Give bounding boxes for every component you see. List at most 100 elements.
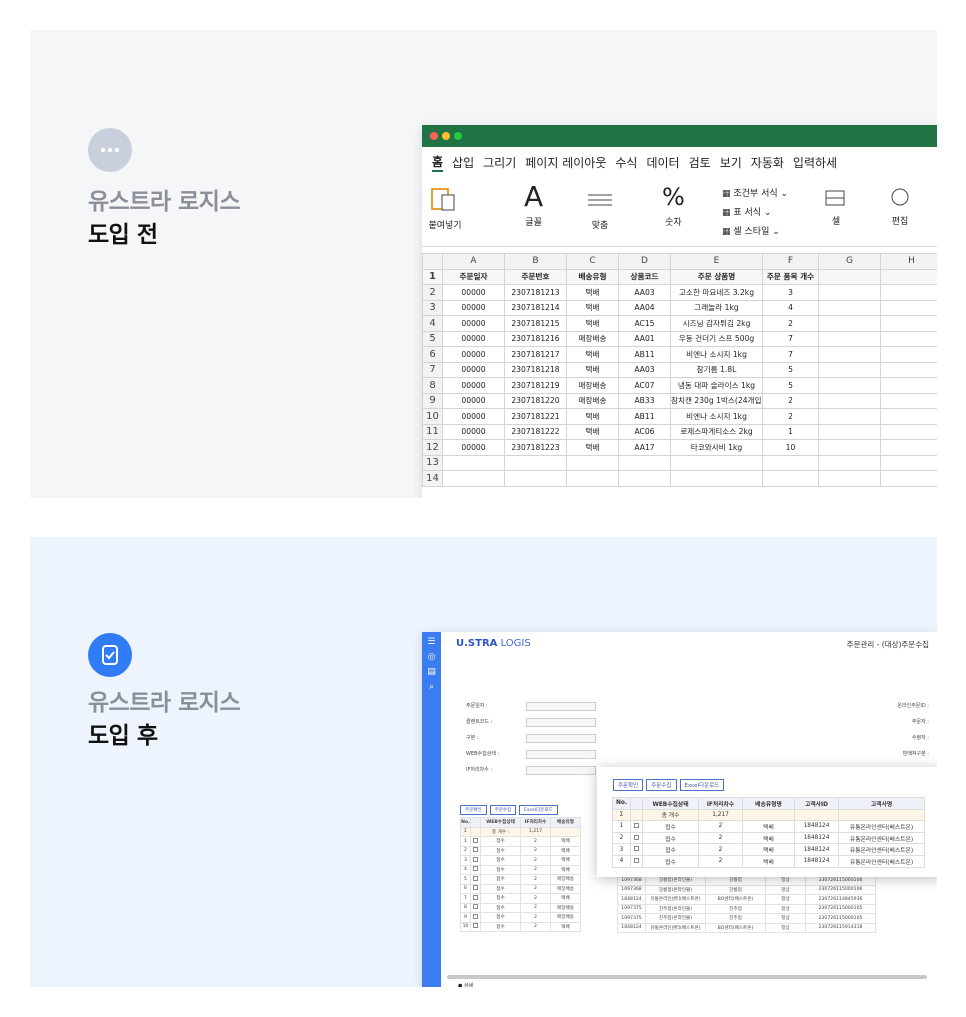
empty-cell (566, 454, 619, 471)
font-button[interactable]: A 글꼴 (524, 179, 543, 228)
ribbon-tab[interactable]: 삽입 (452, 154, 474, 171)
checkbox[interactable] (473, 913, 478, 919)
ribbon-tab[interactable]: 보기 (720, 154, 742, 171)
table-row[interactable]: 7 접수 2 택배 (460, 893, 581, 904)
logo-text: U.STRA (456, 638, 498, 649)
cell-button[interactable]: 셀 (822, 185, 850, 227)
table-row[interactable]: 12 00000 2307181223 택배 AA17 타코와사비 1kg 10 (422, 439, 937, 456)
ribbon-tab[interactable]: 입력하세 (793, 154, 837, 171)
table-row[interactable]: 2 00000 2307181213 택배 AA03 고소한 마요네즈 3.2kg 3 (422, 284, 937, 301)
form-input[interactable] (526, 702, 596, 711)
popup-grid[interactable]: No. WEB수집상태 IF처리차수 배송유형명 고객사ID 고객사명 Σ 총 개수 1,217… (612, 797, 925, 868)
cell: 2307181218 (504, 361, 567, 378)
table-row[interactable]: 3 00000 2307181214 택배 AA04 그래놀라 1kg 4 (422, 299, 937, 316)
table-row[interactable]: 2 접수 2 택배 1848124 유통온라인센터(베스트온) (612, 831, 925, 845)
checkbox[interactable] (473, 875, 478, 881)
cell-style-button[interactable]: ▦ 셀 스타일 ⌄ (722, 223, 788, 242)
table-row[interactable]: 1848124 유통온라인센터(베스트온) BO센터(베스트온) 정상 23072611… (617, 894, 876, 905)
table-row[interactable]: 4 접수 2 택배 (460, 864, 581, 875)
checkbox[interactable] (473, 894, 478, 900)
align-button[interactable]: 맞춤 (586, 183, 614, 231)
action-button[interactable]: Excel다운로드 (519, 805, 558, 815)
checkbox[interactable] (634, 834, 639, 840)
table-row[interactable]: 5 00000 2307181216 매장배송 AA01 우동 건더기 스프 500g 7 (422, 330, 937, 347)
order-grid-extra[interactable]: 1097368 강릉점(온라인몰) 강릉점 정상 230726115000106 1097… (617, 875, 876, 933)
cell: 1848124 (617, 922, 646, 933)
ribbon-tab[interactable]: 홈 (432, 153, 444, 172)
table-row[interactable]: 7 00000 2307181218 택배 AA03 참기름 1.8L 5 (422, 361, 937, 378)
number-button[interactable]: % 숫자 (662, 179, 685, 228)
spreadsheet-grid[interactable]: A B C D E F G H 1 주문일자 주문번호 배송유형 상품코드 주문 상품명 주문 품목 개수 2… (422, 253, 937, 487)
table-row[interactable]: 8 00000 2307181219 매장배송 AC07 냉동 대파 슬라이스 1kg 5 (422, 377, 937, 394)
order-grid[interactable]: No. WEB수집상태 IF처리차수 배송유형 Σ 총 개수 :1,217 1 접수 2 택배 2 접… (460, 817, 581, 932)
paste-button[interactable]: 붙여넣기 (428, 183, 462, 231)
table-row[interactable]: 2 접수 2 택배 (460, 845, 581, 856)
action-button[interactable]: 주문수집 (489, 805, 517, 815)
minimize-window-button[interactable] (442, 132, 450, 140)
table-row[interactable]: 8 접수 2 매장배송 (460, 902, 581, 913)
ribbon-tab[interactable]: 검토 (689, 154, 711, 171)
search-icon[interactable]: ⌕ (422, 682, 441, 692)
header-row: 1 주문일자 주문번호 배송유형 상품코드 주문 상품명 주문 품목 개수 (422, 268, 937, 285)
ribbon-tab[interactable]: 페이지 레이아웃 (525, 154, 606, 171)
ribbon-tab[interactable]: 그리기 (483, 154, 516, 171)
database-icon[interactable]: ◎ (422, 652, 441, 662)
table-row[interactable]: 1 접수 2 택배 (460, 836, 581, 847)
table-row[interactable]: 6 접수 2 매장배송 (460, 883, 581, 894)
ribbon-tab[interactable]: 데이터 (646, 154, 679, 171)
title-line-1: 유스트라 로지스 (88, 189, 241, 215)
table-row[interactable]: 5 접수 2 매장배송 (460, 874, 581, 885)
checkbox[interactable] (473, 904, 478, 910)
ribbon-tab[interactable]: 수식 (615, 154, 637, 171)
table-row[interactable]: 4 00000 2307181215 택배 AC15 시즈닝 감자튀김 2kg 2 (422, 315, 937, 332)
form-input[interactable] (526, 766, 596, 775)
cell: 택배 (742, 820, 795, 833)
table-row[interactable]: 1097368 강릉점(온라인몰) 강릉점 정상 230726115000106 (617, 884, 876, 895)
format-table-button[interactable]: ▦ 표 서식 ⌄ (722, 204, 788, 223)
table-row[interactable]: 4 접수 2 택배 1848124 유통온라인센터(베스트온) (612, 854, 925, 868)
checkbox[interactable] (473, 923, 478, 929)
form-input[interactable] (526, 718, 596, 727)
table-row[interactable]: 10 00000 2307181221 택배 AB11 비엔나 소시지 1kg 2 (422, 408, 937, 425)
action-button[interactable]: 주문확인 (613, 779, 644, 791)
action-button[interactable]: Excel다운로드 (679, 779, 725, 791)
cell: 유통온라인센터(베스트온) (838, 843, 925, 856)
table-row[interactable]: 1848124 유통온라인센터(베스트온) BO센터(베스트온) 정상 23072611… (617, 922, 876, 933)
cell: 2307181220 (504, 392, 567, 409)
checkbox[interactable] (473, 837, 478, 843)
form-input[interactable] (526, 734, 596, 743)
report-icon[interactable]: ▤ (422, 667, 441, 677)
action-button[interactable]: 주문수집 (646, 779, 677, 791)
table-row[interactable]: 3 접수 2 택배 (460, 855, 581, 866)
edit-button[interactable]: 편집 (886, 185, 914, 227)
row-no: 1 (612, 820, 631, 833)
menu-icon[interactable]: ☰ (422, 637, 441, 647)
table-row[interactable]: 11 00000 2307181222 택배 AC06 로제스파게티소스 2kg 1 (422, 423, 937, 440)
conditional-format-button[interactable]: ▦ 조건부 서식 ⌄ (722, 185, 788, 204)
table-row[interactable]: 9 접수 2 매장배송 (460, 912, 581, 923)
action-button[interactable]: 주문확인 (460, 805, 487, 815)
zoom-window-button[interactable] (454, 132, 462, 140)
ribbon-tab[interactable]: 자동화 (751, 154, 784, 171)
checkbox[interactable] (634, 846, 639, 852)
cell: 00000 (442, 299, 505, 316)
form-input[interactable] (526, 750, 596, 759)
checkbox[interactable] (473, 885, 478, 891)
horizontal-scrollbar[interactable] (447, 975, 927, 979)
table-row[interactable]: 1 접수 2 택배 1848124 유통온라인센터(베스트온) (612, 820, 925, 833)
table-row[interactable]: 13 (422, 454, 937, 471)
table-row[interactable]: 6 00000 2307181217 택배 AB11 비엔나 소시지 1kg 7 (422, 346, 937, 363)
checkbox[interactable] (473, 866, 478, 872)
checkbox[interactable] (473, 856, 478, 862)
checkbox[interactable] (634, 822, 639, 828)
table-row[interactable]: 9 00000 2307181220 매장배송 AB33 참치캔 230g 1박스(24개… (422, 392, 937, 409)
table-row[interactable]: 14 (422, 470, 937, 487)
checkbox[interactable] (473, 847, 478, 853)
checkbox[interactable] (634, 857, 639, 863)
close-window-button[interactable] (430, 132, 438, 140)
table-row[interactable]: 10 접수 2 택배 (460, 921, 581, 932)
table-row[interactable]: 3 접수 2 택배 1848124 유통온라인센터(베스트온) (612, 843, 925, 856)
table-row[interactable]: 1097375 진주점(온라인몰) 진주점 정상 230726115000105 (617, 903, 876, 914)
table-row[interactable]: 1097375 진주점(온라인몰) 진주점 정상 230726115000105 (617, 913, 876, 924)
detail-label: ● 상세 (458, 983, 474, 987)
